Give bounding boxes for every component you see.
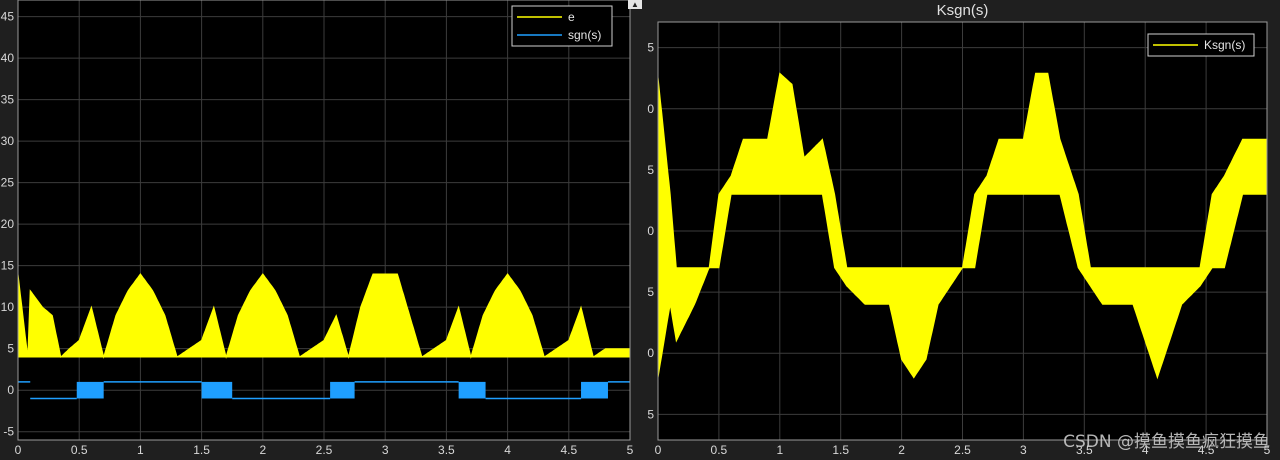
- legend: e sgn(s): [511, 5, 613, 47]
- x-tick-label: 3.5: [438, 443, 455, 457]
- series-sgn-chatter: [458, 381, 486, 399]
- x-tick-label: 4.5: [560, 443, 577, 457]
- x-tick-label: 3: [1020, 443, 1027, 457]
- y-tick-label: 5: [647, 285, 654, 299]
- y-tick-label: 20: [1, 217, 15, 231]
- series-sgn-chatter: [330, 381, 355, 399]
- x-tick-label: 2.5: [316, 443, 333, 457]
- y-tick-label: -5: [3, 425, 14, 439]
- x-tick-label: 0: [655, 443, 662, 457]
- y-tick-label: 0: [647, 102, 654, 116]
- x-tick-label: 0: [15, 443, 22, 457]
- legend: Ksgn(s): [1147, 33, 1255, 57]
- x-tick-label: 5: [627, 443, 634, 457]
- right-plot-panel: Ksgn(s) 0 0.5 1 1.5 2 2.5 3 3.5 4 4.5 5 5 0 5 0 5 0 5 Ksgn(…: [646, 0, 1280, 460]
- legend-label: e: [568, 10, 575, 24]
- y-tick-label: 5: [7, 342, 14, 356]
- y-tick-label: 5: [647, 407, 654, 421]
- y-tick-label: 10: [1, 300, 15, 314]
- y-tick-label: 30: [1, 134, 15, 148]
- y-tick-label: 45: [1, 10, 15, 24]
- y-tick-label: 0: [7, 383, 14, 397]
- x-tick-label: 1: [776, 443, 783, 457]
- y-tick-label: 25: [1, 176, 15, 190]
- y-tick-label: 5: [647, 41, 654, 55]
- x-tick-label: 4: [504, 443, 511, 457]
- right-chart: Ksgn(s)0 0.5 1 1.5 2 2.5 3 3.5 4 4.5 55050505Ksgn(…: [647, 2, 1270, 457]
- undock-button[interactable]: ▲: [628, 0, 642, 9]
- series-sgn-chatter: [201, 381, 233, 399]
- x-tick-label: 1.5: [193, 443, 210, 457]
- legend-label: sgn(s): [568, 28, 601, 42]
- x-tick-label: 0.5: [711, 443, 728, 457]
- y-tick-label: 35: [1, 93, 15, 107]
- legend-label: Ksgn(s): [1204, 38, 1245, 52]
- x-tick-label: 1: [137, 443, 144, 457]
- left-plot-panel: 0 0.5 1 1.5 2 2.5 3 3.5 4 4.5 5 -5 0 5 10 15 20 25 30 35 40 4…: [0, 0, 636, 460]
- y-tick-label: 0: [647, 224, 654, 238]
- series-sgn-chatter: [581, 381, 608, 399]
- y-tick-label: 5: [647, 163, 654, 177]
- left-chart: 0 0.5 1 1.5 2 2.5 3 3.5 4 4.5 5-505101520253035404…: [1, 0, 634, 457]
- x-tick-label: 0.5: [71, 443, 88, 457]
- y-tick-label: 15: [1, 259, 15, 273]
- x-tick-label: 3: [382, 443, 389, 457]
- x-tick-label: 2.5: [954, 443, 971, 457]
- series-sgn-chatter: [76, 381, 104, 399]
- watermark-text: CSDN @摸鱼摸鱼疯狂摸鱼: [1063, 432, 1270, 452]
- y-tick-label: 0: [647, 346, 654, 360]
- x-tick-label: 2: [898, 443, 905, 457]
- chart-title: Ksgn(s): [937, 2, 989, 19]
- y-tick-label: 40: [1, 51, 15, 65]
- x-tick-label: 2: [259, 443, 266, 457]
- x-tick-label: 1.5: [832, 443, 849, 457]
